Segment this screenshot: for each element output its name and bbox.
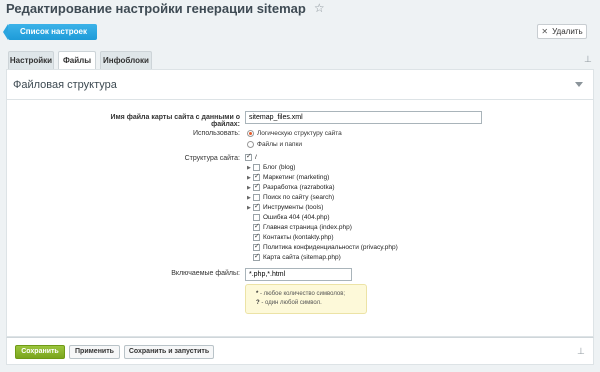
tab-iblocks[interactable]: Инфоблоки xyxy=(100,51,152,69)
tree-item-checkbox[interactable] xyxy=(253,242,260,251)
tree-item: ▶Инструменты (tools) xyxy=(247,202,324,212)
tree-item: Главная страница (index.php) xyxy=(247,222,352,232)
tree-item-label: Блог (blog) xyxy=(263,164,296,171)
tree-item-label: Поиск по сайту (search) xyxy=(263,194,335,201)
tree-item-label: Разработка (razrabotka) xyxy=(263,184,335,191)
delete-label: Удалить xyxy=(552,27,583,36)
tree-item: Политика конфиденциальности (privacy.php… xyxy=(247,242,398,252)
section-title: Файловая структура xyxy=(13,79,117,91)
tree-item: Ошибка 404 (404.php) xyxy=(247,213,330,222)
tree-item-label: Маркетинг (marketing) xyxy=(263,174,330,181)
tree-item-label: / xyxy=(255,154,257,161)
tree-item-label: Карта сайта (sitemap.php) xyxy=(263,254,341,261)
tree-item: ▶Маркетинг (marketing) xyxy=(247,172,330,182)
tree-item-checkbox[interactable] xyxy=(253,252,260,261)
tab-files[interactable]: Файлы xyxy=(58,51,96,70)
tree-item-checkbox[interactable] xyxy=(245,152,252,161)
tab-bar: Настройки Файлы Инфоблоки ⊥ xyxy=(0,51,600,70)
include-files-label: Включаемые файлы: xyxy=(171,270,240,277)
radio-logical-structure-label: Логическую структуру сайта xyxy=(257,130,342,137)
save-button[interactable]: Сохранить xyxy=(15,345,65,359)
tree-item: ▶ Поиск по сайту (search) xyxy=(247,193,334,202)
hint-question-text: - один любой символ. xyxy=(259,300,322,306)
tree-item-checkbox[interactable] xyxy=(253,202,260,211)
footer-bar: Сохранить Применить Сохранить и запустит… xyxy=(6,337,594,365)
tree-item-label: Контакты (kontakty.php) xyxy=(263,234,334,241)
section-header[interactable]: Файловая структура xyxy=(7,70,593,100)
tree-item: Контакты (kontakty.php) xyxy=(247,232,334,242)
hint-star-text: - любое количество символов; xyxy=(258,291,346,297)
wildcard-hint: * - любое количество символов; ? - один … xyxy=(245,284,367,314)
back-to-list-button[interactable]: Список настроек xyxy=(3,24,97,40)
filename-label: Имя файла карты сайта с данными о файлах… xyxy=(110,114,240,128)
delete-button[interactable]: ✕ Удалить xyxy=(537,24,587,39)
pin-icon[interactable]: ⊥ xyxy=(577,346,585,357)
hint-line-any: * - любое количество символов; xyxy=(256,290,366,299)
include-files-input[interactable]: *.php,*.html xyxy=(245,268,352,281)
filename-input[interactable]: sitemap_files.xml xyxy=(245,111,482,124)
hint-line-one: ? - один любой символ. xyxy=(256,299,366,308)
chevron-down-icon[interactable] xyxy=(575,82,583,87)
tree-item-checkbox[interactable] xyxy=(253,214,260,221)
page-title: Редактирование настройки генерации sitem… xyxy=(6,0,306,16)
tree-item: Карта сайта (sitemap.php) xyxy=(247,252,341,262)
tree-item-checkbox[interactable] xyxy=(253,172,260,181)
tree-item: ▶Разработка (razrabotka) xyxy=(247,182,335,192)
tree-item: ▶ Блог (blog) xyxy=(247,163,295,172)
title-row: Редактирование настройки генерации sitem… xyxy=(6,0,325,16)
tree-item-label: Ошибка 404 (404.php) xyxy=(263,214,330,221)
apply-button[interactable]: Применить xyxy=(69,345,120,359)
tree-item-label: Главная страница (index.php) xyxy=(263,224,352,231)
radio-files-folders[interactable] xyxy=(247,141,254,148)
tab-settings[interactable]: Настройки xyxy=(8,51,54,69)
tree-item-checkbox[interactable] xyxy=(253,164,260,171)
star-icon[interactable]: ☆ xyxy=(314,1,325,15)
radio-logical-structure[interactable] xyxy=(247,130,254,137)
tree-item-label: Политика конфиденциальности (privacy.php… xyxy=(263,244,398,251)
tree-root-item: / xyxy=(245,152,257,162)
structure-label: Структура сайта: xyxy=(184,155,240,162)
tree-item-checkbox[interactable] xyxy=(253,182,260,191)
save-and-run-button[interactable]: Сохранить и запустить xyxy=(124,345,214,359)
tree-item-label: Инструменты (tools) xyxy=(263,204,324,211)
tree-item-checkbox[interactable] xyxy=(253,222,260,231)
use-label: Использовать: xyxy=(193,130,240,137)
tree-item-checkbox[interactable] xyxy=(253,232,260,241)
close-icon: ✕ xyxy=(541,27,549,36)
radio-files-folders-label: Файлы и папки xyxy=(257,141,303,148)
pin-icon[interactable]: ⊥ xyxy=(584,54,592,65)
tree-item-checkbox[interactable] xyxy=(253,194,260,201)
